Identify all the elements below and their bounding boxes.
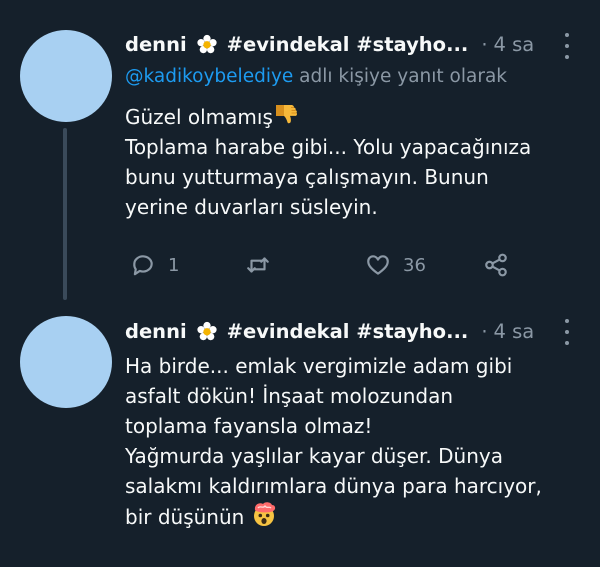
user-display-name[interactable]: denni bbox=[125, 320, 187, 344]
separator-dot: · bbox=[481, 320, 488, 343]
tweet-actions: 1 36 bbox=[125, 252, 525, 280]
tweet-body: Güzel olmamış Toplama harabe gibi... Yol… bbox=[125, 101, 531, 222]
tweet-line: asfalt dökün! İnşaat molozundan bbox=[125, 384, 454, 408]
tweet-timestamp[interactable]: 4 sa bbox=[494, 33, 535, 57]
tweet-line: yerine duvarları süsleyin. bbox=[125, 195, 378, 219]
tweet-timestamp[interactable]: 4 sa bbox=[494, 320, 535, 344]
tweet-line: bir düşünün bbox=[125, 501, 542, 532]
thread-connector-line bbox=[63, 128, 67, 300]
like-button[interactable]: 36 bbox=[365, 252, 426, 278]
tweet-line: Güzel olmamış bbox=[125, 101, 531, 132]
separator-dot: · bbox=[481, 33, 488, 56]
heart-icon bbox=[367, 255, 389, 275]
flower-icon bbox=[197, 34, 217, 54]
thumbs-down-icon bbox=[275, 105, 297, 124]
flower-icon bbox=[197, 321, 217, 341]
tweet-line: bunu yutturmaya çalışmayın. Bunun bbox=[125, 165, 489, 189]
tweet-header: denni #evindekal #stayho... · 4 sa bbox=[125, 320, 534, 344]
tweet-line: salakmı kaldırımlara dünya para harcıyor… bbox=[125, 474, 542, 498]
retweet-icon bbox=[247, 257, 269, 273]
tweet-line: toplama fayansla olmaz! bbox=[125, 414, 373, 438]
tweet-line: Toplama harabe gibi... Yolu yapacağınıza bbox=[125, 135, 532, 159]
avatar[interactable] bbox=[20, 316, 112, 408]
reply-context-text: adlı kişiye yanıt olarak bbox=[293, 66, 507, 87]
more-options-icon[interactable] bbox=[557, 319, 577, 345]
avatar[interactable] bbox=[20, 30, 112, 122]
retweet-button[interactable] bbox=[245, 252, 271, 278]
reply-icon bbox=[133, 255, 153, 276]
like-count: 36 bbox=[403, 254, 426, 276]
tweet-header: denni #evindekal #stayho... · 4 sa bbox=[125, 33, 534, 57]
user-name-hashtags: #evindekal #stayho... bbox=[226, 320, 469, 343]
more-options-icon[interactable] bbox=[557, 33, 577, 59]
share-button[interactable] bbox=[483, 252, 509, 278]
user-display-name[interactable]: denni bbox=[125, 33, 187, 57]
reply-context: @kadikoybelediye adlı kişiye yanıt olara… bbox=[125, 64, 507, 90]
reply-mention-link[interactable]: @kadikoybelediye bbox=[125, 66, 293, 87]
user-name-hashtags: #evindekal #stayho... bbox=[226, 33, 469, 56]
reply-button[interactable]: 1 bbox=[130, 252, 179, 278]
tweet-line: Ha birde... emlak vergimizle adam gibi bbox=[125, 354, 513, 378]
exploding-head-icon bbox=[253, 502, 275, 526]
reply-count: 1 bbox=[168, 254, 180, 276]
tweet-line: Yağmurda yaşlılar kayar düşer. Dünya bbox=[125, 444, 503, 468]
tweet-body: Ha birde... emlak vergimizle adam gibi a… bbox=[125, 351, 542, 532]
share-icon bbox=[485, 253, 507, 277]
